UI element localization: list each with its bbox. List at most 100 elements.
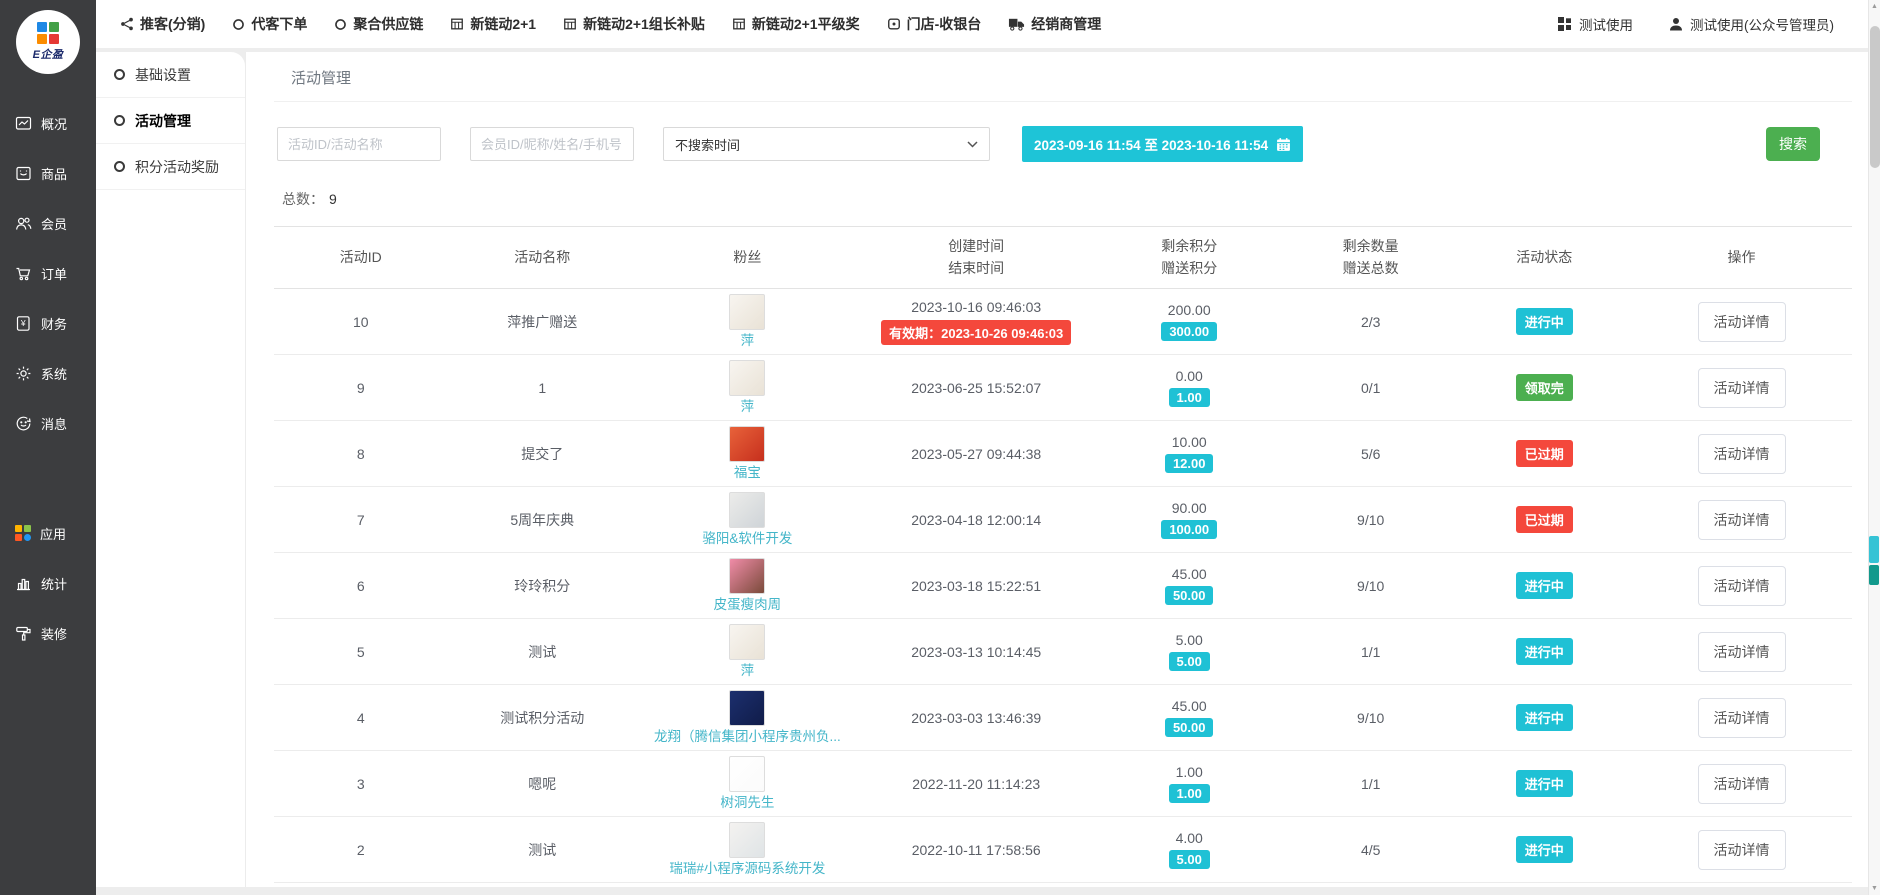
- cell-action: 活动详情: [1631, 553, 1852, 619]
- column-header-status: 活动状态: [1457, 227, 1631, 289]
- points-gift-badge: 5.00: [1169, 850, 1210, 869]
- fan-name-link[interactable]: 萍: [641, 332, 854, 349]
- members-icon: [15, 215, 32, 232]
- activity-detail-button[interactable]: 活动详情: [1698, 632, 1786, 672]
- sidebar-item-overview[interactable]: 概况: [0, 98, 96, 148]
- fan-name-link[interactable]: 皮蛋瘦肉周: [641, 596, 854, 613]
- goods-box-icon: [15, 165, 32, 182]
- activity-detail-button[interactable]: 活动详情: [1698, 368, 1786, 408]
- page-scrollbar[interactable]: ▲ ▼: [1868, 0, 1880, 895]
- activity-detail-button[interactable]: 活动详情: [1698, 698, 1786, 738]
- account-shortcut[interactable]: 测试使用: [1558, 14, 1633, 34]
- edge-widget-cyan[interactable]: [1869, 536, 1879, 563]
- cell-points: 0.001.00: [1095, 355, 1284, 421]
- subnav-item-basic-settings[interactable]: 基础设置: [96, 52, 245, 98]
- sidebar-item-members[interactable]: 会员: [0, 198, 96, 248]
- cell-action: 活动详情: [1631, 751, 1852, 817]
- sidebar-item-label: 统计: [41, 574, 67, 593]
- points-gift-badge: 12.00: [1165, 454, 1214, 473]
- status-badge: 进行中: [1516, 770, 1573, 797]
- sidebar-item-messages[interactable]: 消息: [0, 398, 96, 448]
- main-content: 活动管理 不搜索时间 2023-09-16 11:54 至 2023-10-16…: [245, 52, 1880, 887]
- search-button[interactable]: 搜索: [1766, 127, 1820, 161]
- activity-detail-button[interactable]: 活动详情: [1698, 302, 1786, 342]
- activity-search-input[interactable]: [277, 127, 441, 161]
- date-range-text: 2023-09-16 11:54 至 2023-10-16 11:54: [1034, 134, 1268, 154]
- sidebar-item-system[interactable]: 系统: [0, 348, 96, 398]
- points-gift-badge: 1.00: [1169, 388, 1210, 407]
- activity-detail-button[interactable]: 活动详情: [1698, 500, 1786, 540]
- brand-logo[interactable]: E企盈: [16, 10, 80, 74]
- fan-name-link[interactable]: 骆阳&软件开发: [641, 530, 854, 547]
- nav-item-store-cashier[interactable]: 门店-收银台: [887, 14, 982, 34]
- date-range-button[interactable]: 2023-09-16 11:54 至 2023-10-16 11:54: [1022, 126, 1303, 162]
- fan-name-link[interactable]: 萍: [641, 398, 854, 415]
- sidebar-item-apps[interactable]: 应用: [0, 508, 96, 558]
- user-icon: [1669, 17, 1683, 31]
- member-search-input[interactable]: [470, 127, 634, 161]
- cell-time: 2023-06-25 15:52:07: [858, 355, 1095, 421]
- activity-detail-button[interactable]: 活动详情: [1698, 830, 1786, 870]
- scroll-up-arrow[interactable]: ▲: [1869, 3, 1880, 10]
- fan-avatar: [729, 294, 765, 330]
- subnav-item-label: 积分活动奖励: [135, 157, 219, 177]
- sidebar-item-label: 商品: [41, 164, 67, 183]
- time-filter-select[interactable]: 不搜索时间: [663, 127, 990, 161]
- column-header-time: 创建时间结束时间: [858, 227, 1095, 289]
- ring-icon: [114, 69, 125, 80]
- nav-item-supply-chain[interactable]: 聚合供应链: [334, 14, 423, 34]
- subnav-item-label: 基础设置: [135, 65, 191, 85]
- cell-activity-id: 10: [274, 289, 448, 355]
- activity-detail-button[interactable]: 活动详情: [1698, 566, 1786, 606]
- cell-status: 进行中: [1457, 289, 1631, 355]
- subnav-item-label: 活动管理: [135, 111, 191, 131]
- calendar-grid-icon: [450, 17, 464, 31]
- cell-status: 进行中: [1457, 817, 1631, 883]
- fan-name-link[interactable]: 瑞瑞#小程序源码系统开发: [641, 860, 854, 877]
- nav-item-proxy-order[interactable]: 代客下单: [232, 14, 307, 34]
- scrollbar-thumb[interactable]: [1870, 26, 1880, 168]
- store-icon: [887, 17, 901, 31]
- sidebar-item-orders[interactable]: 订单: [0, 248, 96, 298]
- sidebar-item-label: 会员: [41, 214, 67, 233]
- activity-detail-button[interactable]: 活动详情: [1698, 764, 1786, 804]
- cell-activity-name: 测试: [448, 817, 637, 883]
- nav-item-dealer-management[interactable]: 经销商管理: [1008, 14, 1101, 34]
- nav-item-chain-peer-award[interactable]: 新链动2+1平级奖: [732, 14, 860, 34]
- sidebar-item-stats[interactable]: 统计: [0, 558, 96, 608]
- status-badge: 领取完: [1516, 374, 1573, 401]
- nav-item-distribution[interactable]: 推客(分销): [120, 14, 205, 34]
- cell-activity-id: 8: [274, 421, 448, 487]
- fan-avatar: [729, 756, 765, 792]
- cell-time: 2022-11-20 11:14:23: [858, 751, 1095, 817]
- current-user[interactable]: 测试使用(公众号管理员): [1669, 14, 1834, 34]
- nav-item-chain-2plus1[interactable]: 新链动2+1: [450, 14, 536, 34]
- svg-text:¥: ¥: [20, 318, 26, 328]
- subnav-item-activity-management[interactable]: 活动管理: [96, 98, 245, 144]
- points-gift-badge: 50.00: [1165, 586, 1214, 605]
- status-badge: 进行中: [1516, 308, 1573, 335]
- fan-name-link[interactable]: 福宝: [641, 464, 854, 481]
- fan-name-link[interactable]: 萍: [641, 662, 854, 679]
- nav-item-chain-leader-subsidy[interactable]: 新链动2+1组长补贴: [563, 14, 705, 34]
- scroll-down-arrow[interactable]: ▼: [1869, 885, 1880, 892]
- cell-points: 200.00300.00: [1095, 289, 1284, 355]
- sidebar-item-goods[interactable]: 商品: [0, 148, 96, 198]
- sidebar-item-label: 系统: [41, 364, 67, 383]
- activity-table: 活动ID活动名称粉丝创建时间结束时间剩余积分赠送积分剩余数量赠送总数活动状态操作…: [274, 226, 1852, 883]
- sidebar-item-finance[interactable]: ¥ 财务: [0, 298, 96, 348]
- fan-name-link[interactable]: 树洞先生: [641, 794, 854, 811]
- points-remaining: 5.00: [1099, 632, 1280, 648]
- subnav-item-points-reward[interactable]: 积分活动奖励: [96, 144, 245, 190]
- cell-fan: 骆阳&软件开发: [637, 487, 858, 553]
- edge-widget-teal[interactable]: [1869, 565, 1879, 585]
- cell-activity-id: 2: [274, 817, 448, 883]
- fan-name-link[interactable]: 龙翔（腾信集团小程序贵州负...: [641, 728, 854, 745]
- chat-smile-icon: [15, 415, 32, 432]
- sidebar-item-decorate[interactable]: 装修: [0, 608, 96, 658]
- column-header-name: 活动名称: [448, 227, 637, 289]
- calendar-grid-icon: [732, 17, 746, 31]
- cell-activity-id: 4: [274, 685, 448, 751]
- activity-detail-button[interactable]: 活动详情: [1698, 434, 1786, 474]
- table-row: 5测试萍2023-03-13 10:14:455.005.001/1进行中活动详…: [274, 619, 1852, 685]
